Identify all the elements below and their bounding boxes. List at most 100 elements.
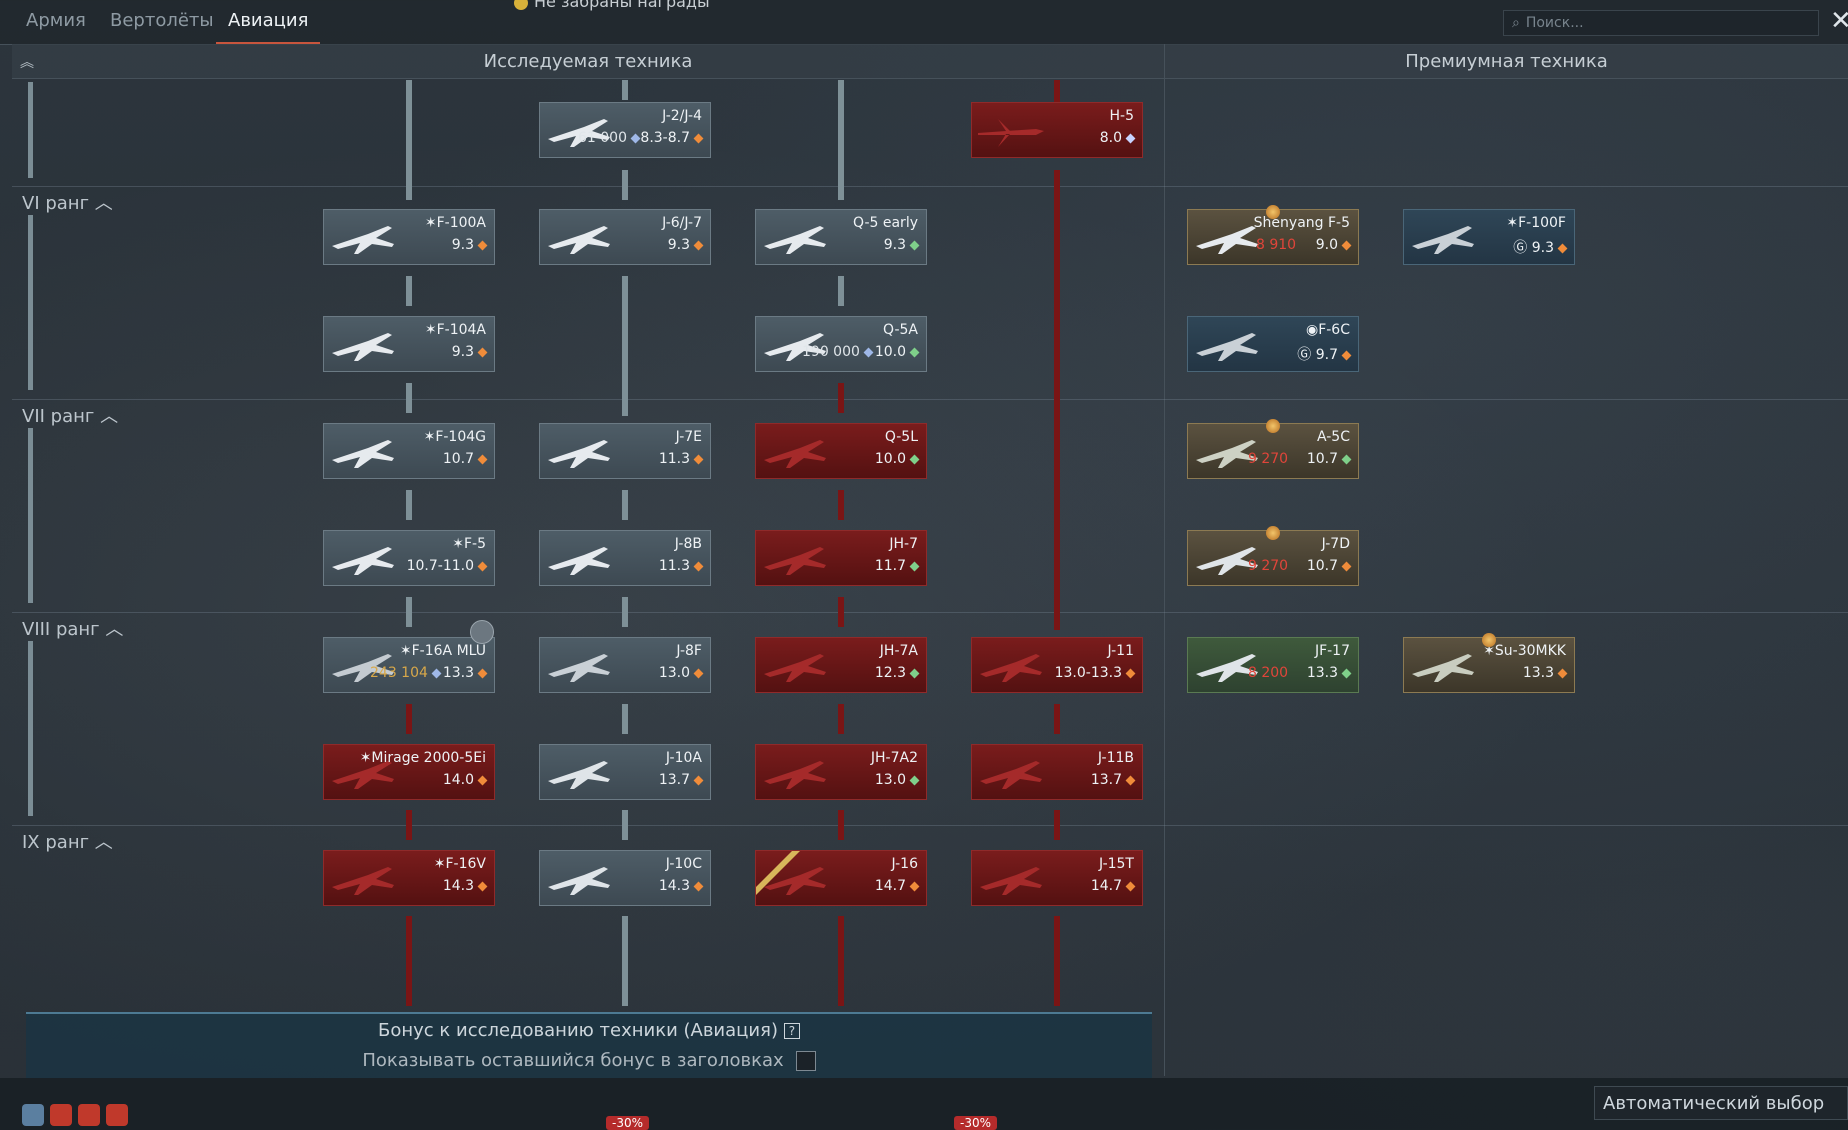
discount-icon[interactable] (106, 1104, 128, 1126)
battle-rating: 13.7 (659, 772, 704, 788)
vehicle-card-q5l[interactable]: Q-5L 10.0 (755, 423, 927, 479)
vehicle-card-f16a-mlu[interactable]: ✶F-16A MLU 243 104 13.3 (323, 637, 495, 693)
tree-connector (622, 916, 628, 1006)
rank-separator (12, 612, 1848, 613)
reward-icon (514, 0, 528, 10)
tab-army[interactable]: Армия (14, 10, 98, 42)
jet-icon (548, 867, 610, 895)
crew-icon[interactable] (22, 1104, 44, 1126)
vehicle-name: ✶F-100A (424, 215, 486, 231)
vehicle-card-f104g[interactable]: ✶F-104G 10.7 (323, 423, 495, 479)
vehicle-card-f100f[interactable]: ✶F-100F Ⓖ 9.3 (1403, 209, 1575, 265)
research-slot-icon[interactable] (470, 620, 494, 644)
vehicle-name: A-5C (1316, 429, 1350, 445)
battle-rating: 10.7 (1307, 558, 1352, 574)
vehicle-card-j8f[interactable]: J-8F 13.0 (539, 637, 711, 693)
bonus-title[interactable]: Бонус к исследованию техники (Авиация)? (26, 1020, 1152, 1041)
vehicle-card-h5[interactable]: H-5 8.0 (971, 102, 1143, 158)
research-bonus-panel: Бонус к исследованию техники (Авиация)? … (26, 1012, 1152, 1078)
vehicle-card-jh7a2[interactable]: JH-7A2 13.0 (755, 744, 927, 800)
vehicle-card-j10a[interactable]: J-10A 13.7 (539, 744, 711, 800)
tree-connector (622, 276, 628, 416)
vehicle-card-j15t[interactable]: J-15T 14.7 (971, 850, 1143, 906)
tree-connector (406, 276, 412, 306)
vehicle-name: J-11B (1097, 750, 1134, 766)
battle-rating: 9.3 (884, 237, 920, 253)
tab-aviation[interactable]: Авиация (216, 10, 321, 44)
rank-separator (12, 825, 1848, 826)
vehicle-name: J-10C (665, 856, 702, 872)
jet-icon (1196, 333, 1258, 361)
tree-connector-locked (1054, 704, 1060, 734)
close-icon[interactable]: ✕ (1830, 6, 1848, 36)
tree-connector-locked (406, 704, 412, 734)
jet-icon (332, 867, 394, 895)
search-box[interactable]: ⌕ (1503, 10, 1819, 36)
vehicle-name: JF-17 (1314, 643, 1350, 659)
jet-icon (764, 547, 826, 575)
tree-connector (622, 490, 628, 520)
tree-connector (622, 80, 628, 100)
vehicle-name: ✶F-104A (424, 322, 486, 338)
vehicle-card-j16[interactable]: J-16 14.7 (755, 850, 927, 906)
vehicle-card-f104a[interactable]: ✶F-104A 9.3 (323, 316, 495, 372)
battle-rating: 11.3 (659, 558, 704, 574)
battle-rating: 11.3 (659, 451, 704, 467)
purchase-cost: 8 200 (1248, 665, 1289, 681)
vehicle-name: J-7D (1321, 536, 1350, 552)
vehicle-card-f16v[interactable]: ✶F-16V 14.3 (323, 850, 495, 906)
vehicle-card-jh7[interactable]: JH-7 11.7 (755, 530, 927, 586)
vehicle-card-j11b[interactable]: J-11B 13.7 (971, 744, 1143, 800)
help-icon[interactable]: ? (783, 1023, 800, 1039)
battle-rating: 9.3 (452, 344, 488, 360)
unclaimed-rewards-notice[interactable]: Не забраны награды (514, 0, 710, 11)
vehicle-card-jf17[interactable]: JF-17 8 200 13.3 (1187, 637, 1359, 693)
battle-rating: 14.7 (875, 878, 920, 894)
search-input[interactable] (1523, 14, 1808, 32)
vehicle-card-f100a[interactable]: ✶F-100A 9.3 (323, 209, 495, 265)
tree-connector (622, 810, 628, 840)
show-remaining-bonus-checkbox[interactable] (795, 1051, 816, 1071)
vehicle-name: Q-5 early (853, 215, 918, 231)
vehicle-card-j10c[interactable]: J-10C 14.3 (539, 850, 711, 906)
vehicle-card-j7e[interactable]: J-7E 11.3 (539, 423, 711, 479)
auto-select-dropdown[interactable]: Автоматический выбор (1594, 1086, 1848, 1120)
tree-connector (622, 704, 628, 734)
rank-ix-label[interactable]: IX ранг ︿ (22, 828, 113, 854)
vehicle-card-j11[interactable]: J-11 13.0-13.3 (971, 637, 1143, 693)
tree-connector-locked (838, 704, 844, 734)
vehicle-card-f6c[interactable]: ◉F-6C Ⓖ 9.7 (1187, 316, 1359, 372)
vehicle-card-q5early[interactable]: Q-5 early 9.3 (755, 209, 927, 265)
tab-helicopters[interactable]: Вертолёты (98, 10, 226, 42)
rank-viii-label[interactable]: VIII ранг ︿ (22, 615, 123, 641)
tree-connector (406, 383, 412, 413)
vehicle-card-q5a[interactable]: Q-5A 190 000 10.0 (755, 316, 927, 372)
collapse-all-icon[interactable]: ︽ (20, 52, 34, 72)
list-icon[interactable] (78, 1104, 100, 1126)
bottom-bar (0, 1078, 1848, 1130)
vehicle-card-j2[interactable]: J-2/J-4 61 000 8.3-8.7 (539, 102, 711, 158)
vehicle-card-jh7a[interactable]: JH-7A 12.3 (755, 637, 927, 693)
jet-icon (332, 440, 394, 468)
rank-vii-label[interactable]: VII ранг ︿ (22, 402, 118, 428)
research-cost: 190 000 (802, 344, 874, 360)
jet-icon (548, 654, 610, 682)
battle-rating: 9.0 (1316, 237, 1352, 253)
vehicle-name: J-11 (1107, 643, 1135, 659)
vehicle-card-j8b[interactable]: J-8B 11.3 (539, 530, 711, 586)
vehicle-card-f5[interactable]: ✶F-5 10.7-11.0 (323, 530, 495, 586)
rank-vi-label[interactable]: VI ранг ︿ (22, 189, 113, 215)
jet-icon (548, 440, 610, 468)
tree-connector-locked (838, 490, 844, 520)
vehicle-name: J-8F (676, 643, 702, 659)
timer-icon[interactable] (50, 1104, 72, 1126)
vehicle-name: Q-5A (883, 322, 918, 338)
tree-connector-locked (1054, 80, 1060, 104)
search-icon: ⌕ (1512, 15, 1520, 31)
tree-connector-locked (838, 383, 844, 413)
vehicle-card-mirage-2000-5ei[interactable]: ✶Mirage 2000-5Ei 14.0 (323, 744, 495, 800)
vehicle-name: J-7E (675, 429, 702, 445)
vehicle-name: ✶F-16A MLU (399, 643, 486, 659)
vehicle-card-j6[interactable]: J-6/J-7 9.3 (539, 209, 711, 265)
battle-rating: 14.3 (659, 878, 704, 894)
